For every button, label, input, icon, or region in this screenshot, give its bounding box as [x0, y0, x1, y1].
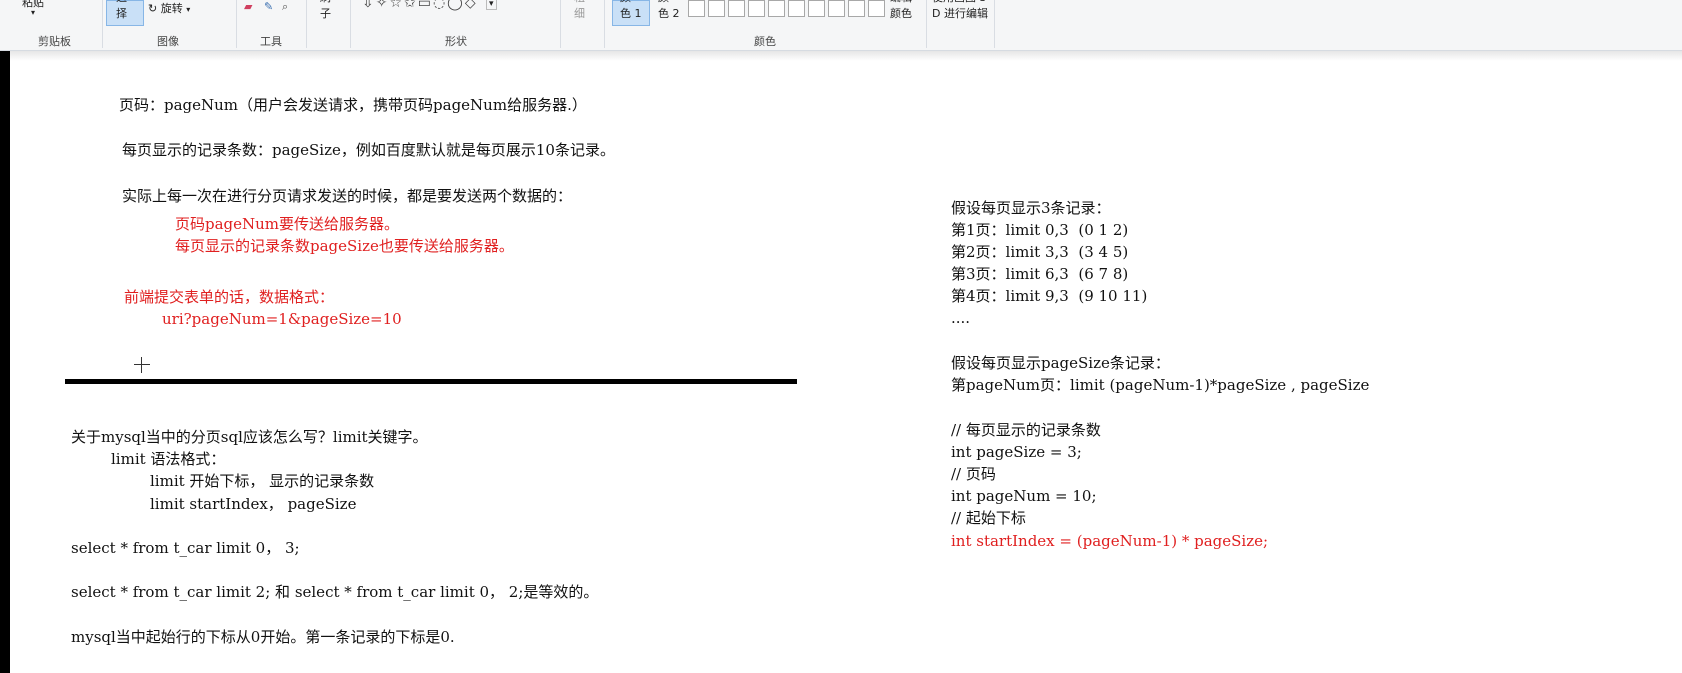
group-label-tools: 工具 [260, 35, 282, 48]
shapes-scroll-icon[interactable]: ▾ [486, 0, 497, 10]
color-swatch[interactable] [768, 0, 785, 17]
color-swatch[interactable] [848, 0, 865, 17]
color-swatch[interactable] [788, 0, 805, 17]
paint3d-button[interactable]: 使用画图 3 D 进行编辑 [932, 0, 988, 22]
color-swatch[interactable] [808, 0, 825, 17]
outline-size-label: 粗 细 [574, 0, 585, 20]
note-limit-syntax-cn: limit 开始下标， 显示的记录条数 [150, 472, 375, 490]
note-right-page1: 第1页：limit 0,3 (0 1 2) [951, 221, 1129, 239]
code-startindex: int startIndex = (pageNum-1) * pageSize; [951, 532, 1269, 550]
group-label-clipboard: 剪贴板 [38, 35, 71, 48]
color2-button[interactable]: 颜 色 2 [658, 0, 680, 22]
edit-colors-label: 编辑 颜色 [890, 0, 912, 20]
color-swatch[interactable] [828, 0, 845, 17]
group-label-image: 图像 [157, 35, 179, 48]
ribbon-separator [236, 0, 237, 48]
note-two-params: 实际上每一次在进行分页请求发送的时候，都是要发送两个数据的： [122, 187, 573, 205]
note-right-assume-pagesize: 假设每页显示pageSize条记录： [951, 354, 1170, 372]
color-swatch[interactable] [748, 0, 765, 17]
brushes-label: 刷 子 [320, 0, 331, 20]
color-swatch[interactable] [868, 0, 885, 17]
note-page-size: 每页显示的记录条数：pageSize，例如百度默认就是每页展示10条记录。 [122, 141, 615, 159]
ribbon-separator [102, 0, 103, 48]
color-swatch[interactable] [708, 0, 725, 17]
color-swatch[interactable] [688, 0, 705, 17]
code-comment-pagesize: // 每页显示的记录条数 [951, 421, 1101, 439]
select-label: 选 择 [116, 0, 127, 20]
ribbon-separator [350, 0, 351, 48]
note-limit-syntax: limit 语法格式： [111, 450, 226, 468]
brushes-button[interactable]: 刷 子 [320, 0, 331, 22]
code-comment-pagenum: // 页码 [951, 465, 996, 483]
note-page-num: 页码：pageNum（用户会发送请求，携带页码pageNum给服务器.） [119, 96, 587, 114]
code-pagenum: int pageNum = 10; [951, 487, 1097, 505]
color-picker-icon[interactable]: ✎ [264, 0, 273, 13]
rotate-label: 旋转 [160, 2, 183, 15]
note-right-page3: 第3页：limit 6,3 (6 7 8) [951, 265, 1129, 283]
paste-dropdown-icon[interactable]: ▾ [31, 8, 35, 17]
ribbon-separator [604, 0, 605, 48]
color-swatch[interactable] [728, 0, 745, 17]
note-red-uri: uri?pageNum=1&pageSize=10 [162, 310, 402, 328]
ribbon-separator [926, 0, 927, 48]
ribbon-separator [994, 0, 995, 48]
note-sql-example-1: select * from t_car limit 0， 3; [71, 539, 300, 557]
divider-line [65, 379, 797, 384]
note-right-page2: 第2页：limit 3,3 (3 4 5) [951, 243, 1129, 261]
shapes-gallery[interactable]: ⇩✧☆✩▭◌◯◇ [362, 0, 478, 11]
note-right-ellipsis: .... [951, 309, 971, 327]
note-limit-syntax-en: limit startIndex， pageSize [150, 495, 357, 513]
note-red-pagenum: 页码pageNum要传送给服务器。 [175, 215, 400, 233]
note-right-assume-3: 假设每页显示3条记录： [951, 199, 1111, 217]
note-index-start: mysql当中起始行的下标从0开始。第一条记录的下标是0. [71, 628, 455, 646]
ribbon-toolbar: 粘贴 ▾ 剪贴板 选 择 ↻ 旋转 ▾ 图像 ▰ ✎ ⌕ 工具 刷 子 ⇩✧☆✩… [0, 0, 1682, 51]
note-red-form: 前端提交表单的话，数据格式： [124, 288, 335, 306]
note-limit-question: 关于mysql当中的分页sql应该怎么写？limit关键字。 [71, 428, 428, 446]
code-comment-startindex: // 起始下标 [951, 509, 1026, 527]
ribbon-separator [560, 0, 561, 48]
magnifier-icon[interactable]: ⌕ [282, 0, 288, 14]
color1-label: 颜 色 1 [620, 0, 642, 20]
crosshair-cursor-icon [134, 357, 150, 373]
note-right-page4: 第4页：limit 9,3 (9 10 11) [951, 287, 1148, 305]
note-right-formula: 第pageNum页：limit (pageNum-1)*pageSize , p… [951, 376, 1370, 394]
chevron-down-icon: ▾ [186, 5, 191, 14]
code-pagesize: int pageSize = 3; [951, 443, 1082, 461]
group-label-shapes: 形状 [445, 35, 467, 48]
paint3d-label: 使用画图 3 D 进行编辑 [932, 0, 988, 20]
color2-label: 颜 色 2 [658, 0, 680, 20]
outline-size-button[interactable]: 粗 细 [574, 0, 585, 22]
eraser-icon[interactable]: ▰ [244, 0, 252, 13]
canvas-top-shadow [10, 51, 1682, 61]
edit-colors-button[interactable]: 编辑 颜色 [890, 0, 912, 22]
rotate-icon: ↻ [148, 2, 158, 15]
paint-window: 粘贴 ▾ 剪贴板 选 择 ↻ 旋转 ▾ 图像 ▰ ✎ ⌕ 工具 刷 子 ⇩✧☆✩… [0, 0, 1682, 673]
group-label-colors: 颜色 [754, 35, 776, 48]
note-red-pagesize: 每页显示的记录条数pageSize也要传送给服务器。 [175, 237, 514, 255]
rotate-button[interactable]: ↻ 旋转 ▾ [148, 0, 190, 16]
ribbon-separator [306, 0, 307, 48]
note-sql-example-2: select * from t_car limit 2; 和 select * … [71, 583, 599, 601]
